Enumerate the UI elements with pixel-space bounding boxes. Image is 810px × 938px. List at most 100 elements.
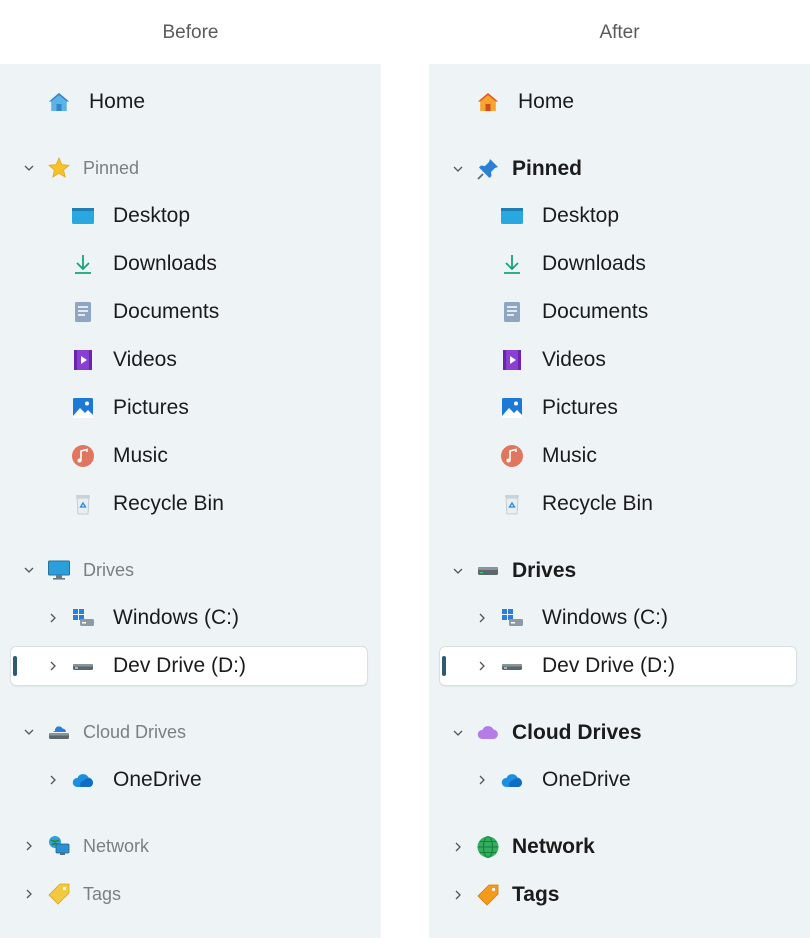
desktop-icon <box>499 203 525 229</box>
chevron-down-icon[interactable] <box>450 725 466 741</box>
chevron-right-icon[interactable] <box>474 658 490 674</box>
nav-item-music[interactable]: Music <box>0 436 381 476</box>
section-cloud-drives-label: Cloud Drives <box>83 721 187 742</box>
cloud-icon <box>475 720 501 746</box>
navigation-pane-before: Home Pinned Desktop Downloads Documents … <box>0 64 381 938</box>
nav-item-videos[interactable]: Videos <box>0 340 381 380</box>
nav-item-videos-label: Videos <box>542 348 606 371</box>
nav-item-home[interactable]: Home <box>429 82 810 122</box>
onedrive-cloud-icon <box>499 767 525 793</box>
chevron-down-icon[interactable] <box>21 562 37 578</box>
nav-item-windows-c[interactable]: Windows (C:) <box>429 598 810 638</box>
section-tags-label: Tags <box>83 883 122 904</box>
picture-icon <box>70 395 96 421</box>
video-icon <box>499 347 525 373</box>
nav-item-onedrive-label: OneDrive <box>542 768 631 791</box>
chevron-right-icon[interactable] <box>45 658 61 674</box>
section-cloud-drives-label: Cloud Drives <box>512 721 642 744</box>
monitor-icon <box>46 557 72 583</box>
nav-item-home[interactable]: Home <box>0 82 381 122</box>
document-icon <box>499 299 525 325</box>
navigation-pane-after: Home Pinned Desktop Downloads Documents … <box>429 64 810 938</box>
desktop-icon <box>70 203 96 229</box>
section-network[interactable]: Network <box>429 827 810 867</box>
download-arrow-icon <box>499 251 525 277</box>
cloud-drive-icon <box>46 719 72 745</box>
nav-item-recycle-bin-label: Recycle Bin <box>542 492 653 515</box>
recycle-bin-icon <box>70 491 96 517</box>
section-network[interactable]: Network <box>0 826 381 866</box>
nav-item-music-label: Music <box>542 444 597 467</box>
nav-item-onedrive[interactable]: OneDrive <box>0 760 381 800</box>
section-pinned-label: Pinned <box>83 157 140 178</box>
nav-item-downloads-label: Downloads <box>542 252 646 275</box>
picture-icon <box>499 395 525 421</box>
nav-item-documents[interactable]: Documents <box>0 292 381 332</box>
windows-drive-icon <box>499 605 525 631</box>
caption-before: Before <box>162 22 219 43</box>
chevron-down-icon[interactable] <box>21 724 37 740</box>
nav-item-windows-c[interactable]: Windows (C:) <box>0 598 381 638</box>
nav-item-pictures[interactable]: Pictures <box>0 388 381 428</box>
nav-item-pictures-label: Pictures <box>113 396 189 419</box>
nav-item-windows-c-label: Windows (C:) <box>113 606 240 629</box>
section-cloud-drives[interactable]: Cloud Drives <box>0 712 381 752</box>
drive-icon <box>475 558 501 584</box>
nav-item-documents-label: Documents <box>113 300 220 323</box>
nav-item-windows-c-label: Windows (C:) <box>542 606 669 629</box>
drive-icon <box>499 653 525 679</box>
nav-item-downloads[interactable]: Downloads <box>0 244 381 284</box>
nav-item-home-label: Home <box>89 90 146 113</box>
chevron-right-icon[interactable] <box>21 886 37 902</box>
section-network-label: Network <box>83 835 150 856</box>
chevron-right-icon[interactable] <box>474 610 490 626</box>
nav-item-desktop[interactable]: Desktop <box>429 196 810 236</box>
nav-item-recycle-bin[interactable]: Recycle Bin <box>429 484 810 524</box>
music-icon <box>499 443 525 469</box>
nav-item-dev-drive-d[interactable]: Dev Drive (D:) <box>429 646 810 686</box>
nav-item-pictures-label: Pictures <box>542 396 618 419</box>
star-icon <box>46 155 72 181</box>
section-drives[interactable]: Drives <box>429 551 810 591</box>
nav-item-recycle-bin[interactable]: Recycle Bin <box>0 484 381 524</box>
section-drives[interactable]: Drives <box>0 550 381 590</box>
section-tags[interactable]: Tags <box>429 875 810 915</box>
section-tags[interactable]: Tags <box>0 874 381 914</box>
tag-icon <box>475 882 501 908</box>
video-icon <box>70 347 96 373</box>
nav-item-pictures[interactable]: Pictures <box>429 388 810 428</box>
nav-item-music[interactable]: Music <box>429 436 810 476</box>
chevron-right-icon[interactable] <box>450 839 466 855</box>
chevron-right-icon[interactable] <box>45 610 61 626</box>
section-cloud-drives[interactable]: Cloud Drives <box>429 713 810 753</box>
caption-after: After <box>599 22 640 43</box>
section-tags-label: Tags <box>512 883 560 906</box>
nav-item-desktop[interactable]: Desktop <box>0 196 381 236</box>
section-pinned[interactable]: Pinned <box>429 149 810 189</box>
nav-item-onedrive[interactable]: OneDrive <box>429 760 810 800</box>
nav-item-videos[interactable]: Videos <box>429 340 810 380</box>
chevron-right-icon[interactable] <box>21 838 37 854</box>
drive-icon <box>70 653 96 679</box>
nav-item-dev-drive-d[interactable]: Dev Drive (D:) <box>0 646 381 686</box>
section-drives-label: Drives <box>83 559 135 580</box>
nav-item-music-label: Music <box>113 444 168 467</box>
windows-drive-icon <box>70 605 96 631</box>
pushpin-icon <box>475 156 501 182</box>
chevron-right-icon[interactable] <box>474 772 490 788</box>
section-pinned-label: Pinned <box>512 157 583 180</box>
chevron-down-icon[interactable] <box>450 563 466 579</box>
tag-icon <box>46 881 72 907</box>
chevron-down-icon[interactable] <box>21 160 37 176</box>
chevron-down-icon[interactable] <box>450 161 466 177</box>
nav-item-dev-drive-d-label: Dev Drive (D:) <box>113 654 247 677</box>
nav-item-documents[interactable]: Documents <box>429 292 810 332</box>
section-pinned[interactable]: Pinned <box>0 148 381 188</box>
nav-item-dev-drive-d-label: Dev Drive (D:) <box>542 654 676 677</box>
nav-item-downloads[interactable]: Downloads <box>429 244 810 284</box>
nav-item-home-label: Home <box>518 90 575 113</box>
nav-item-recycle-bin-label: Recycle Bin <box>113 492 224 515</box>
chevron-right-icon[interactable] <box>45 772 61 788</box>
recycle-bin-icon <box>499 491 525 517</box>
chevron-right-icon[interactable] <box>450 887 466 903</box>
